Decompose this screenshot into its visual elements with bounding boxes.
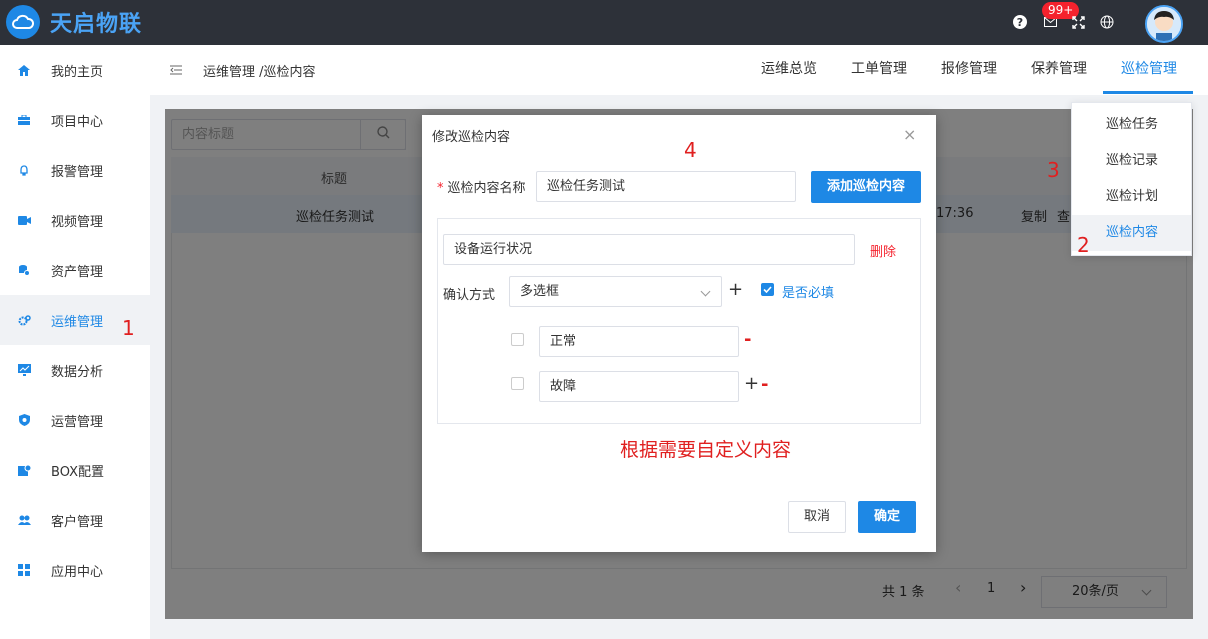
monitor-icon [17, 363, 31, 377]
sidebar-item-apps[interactable]: 应用中心 [0, 545, 150, 595]
check-icon [763, 286, 772, 293]
menu-item-inspection-record[interactable]: 巡检记录 [1072, 143, 1191, 179]
add-option-button[interactable]: + [744, 375, 759, 393]
tab-work-orders[interactable]: 工单管理 [851, 58, 907, 78]
content-item-card: 设备运行状况 删除 确认方式 多选框 + 是否必填 正常 - 故障 + - [437, 218, 921, 424]
sidebar-item-video[interactable]: 视频管理 [0, 195, 150, 245]
video-icon [17, 213, 31, 227]
header: 运维管理 /巡检内容 运维总览 工单管理 报修管理 保养管理 巡检管理 [150, 45, 1208, 95]
cloud-logo-icon [6, 5, 40, 39]
confirm-method-select[interactable]: 多选框 [509, 276, 722, 307]
sidebar-item-label: 客户管理 [51, 514, 104, 530]
sidebar-item-box-config[interactable]: BOX配置 [0, 445, 150, 495]
apps-icon [17, 563, 31, 577]
help-icon[interactable]: ? [1012, 14, 1028, 30]
sidebar-item-label: BOX配置 [51, 464, 104, 480]
bell-icon [17, 163, 31, 177]
users-icon [17, 513, 31, 527]
menu-item-inspection-task[interactable]: 巡检任务 [1072, 107, 1191, 143]
annotation-step-1: 1 [122, 316, 135, 340]
sidebar-item-assets[interactable]: 资产管理 [0, 245, 150, 295]
active-tab-indicator [1103, 91, 1193, 94]
option-checkbox[interactable] [511, 333, 524, 346]
edit-content-modal: 修改巡检内容 × 4 * 巡检内容名称 巡检任务测试 添加巡检内容 设备运行状况 … [422, 115, 936, 552]
annotation-step-3: 3 [1047, 158, 1060, 182]
fullscreen-icon[interactable] [1070, 14, 1086, 30]
top-bar: 天启物联 ? 99+ [0, 0, 1208, 45]
sidebar-item-label: 运维管理 [51, 314, 104, 330]
option-input[interactable]: 正常 [539, 326, 739, 357]
sidebar-item-customers[interactable]: 客户管理 [0, 495, 150, 545]
asset-icon [17, 263, 31, 277]
tab-repairs[interactable]: 报修管理 [941, 58, 997, 78]
item-name-input[interactable]: 设备运行状况 [443, 234, 855, 265]
content-name-label-text: 巡检内容名称 [447, 181, 526, 196]
remove-option-button[interactable]: - [744, 331, 751, 349]
sidebar-item-label: 项目中心 [51, 114, 104, 130]
menu-item-inspection-content[interactable]: 巡检内容 [1072, 215, 1191, 251]
chevron-down-icon [700, 286, 711, 297]
confirm-method-value: 多选框 [520, 284, 560, 299]
add-content-button[interactable]: 添加巡检内容 [811, 171, 921, 203]
user-avatar[interactable] [1145, 5, 1183, 43]
sidebar-item-projects[interactable]: 项目中心 [0, 95, 150, 145]
sidebar-item-label: 运营管理 [51, 414, 104, 430]
briefcase-icon [17, 113, 31, 127]
option-input[interactable]: 故障 [539, 371, 739, 402]
modal-title: 修改巡检内容 [432, 130, 511, 145]
annotation-note: 根据需要自定义内容 [620, 439, 792, 461]
delete-item-button[interactable]: 删除 [870, 241, 896, 260]
breadcrumb: 运维管理 /巡检内容 [203, 65, 316, 80]
sidebar-item-label: 数据分析 [51, 364, 104, 380]
sidebar-item-alarms[interactable]: 报警管理 [0, 145, 150, 195]
sidebar-item-analytics[interactable]: 数据分析 [0, 345, 150, 395]
sidebar-item-label: 应用中心 [51, 564, 104, 580]
sidebar-item-label: 视频管理 [51, 214, 104, 230]
logo-text: 天启物联 [50, 12, 143, 37]
sidebar-item-business[interactable]: 运营管理 [0, 395, 150, 445]
required-checkbox[interactable] [761, 283, 774, 296]
menu-item-inspection-plan[interactable]: 巡检计划 [1072, 179, 1191, 215]
tab-maintenance[interactable]: 保养管理 [1031, 58, 1087, 78]
globe-icon[interactable] [1099, 14, 1115, 30]
required-checkbox-label[interactable]: 是否必填 [782, 282, 834, 301]
sidebar-item-label: 报警管理 [51, 164, 104, 180]
shield-icon [17, 413, 31, 427]
tab-ops-overview[interactable]: 运维总览 [761, 58, 817, 78]
cancel-button[interactable]: 取消 [788, 501, 846, 533]
close-icon[interactable]: × [903, 127, 916, 143]
logo[interactable]: 天启物联 [6, 5, 142, 39]
confirm-button[interactable]: 确定 [858, 501, 916, 533]
sidebar-item-label: 我的主页 [51, 64, 104, 80]
box-icon [17, 463, 31, 477]
home-icon [17, 63, 31, 77]
option-checkbox[interactable] [511, 377, 524, 390]
confirm-method-label: 确认方式 [443, 288, 496, 303]
sidebar-item-home[interactable]: 我的主页 [0, 45, 150, 95]
annotation-step-4: 4 [684, 138, 697, 162]
content-name-label: * 巡检内容名称 [437, 177, 526, 196]
tab-inspection[interactable]: 巡检管理 [1121, 58, 1177, 78]
sidebar-item-label: 资产管理 [51, 264, 104, 280]
remove-option-button[interactable]: - [761, 376, 768, 394]
sidebar: 我的主页 项目中心 报警管理 视频管理 资产管理 运维管理 数据分析 运营管理 … [0, 45, 150, 639]
annotation-step-2: 2 [1077, 233, 1090, 257]
content-name-input[interactable]: 巡检任务测试 [536, 171, 796, 202]
add-option-button[interactable]: + [728, 281, 743, 299]
required-mark: * [437, 181, 444, 196]
collapse-menu-icon[interactable] [170, 64, 182, 79]
gear-icon [17, 313, 31, 327]
